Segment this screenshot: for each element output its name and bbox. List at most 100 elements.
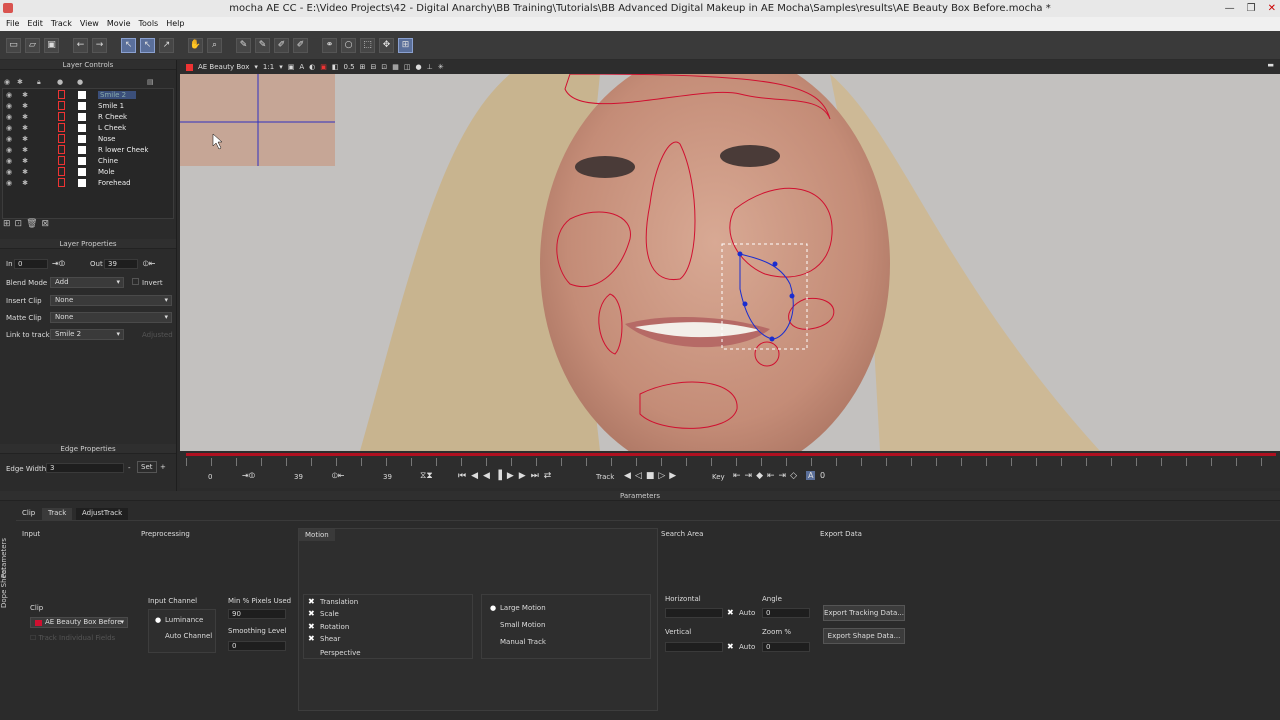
matte-color-swatch[interactable] bbox=[78, 178, 86, 187]
pan-hand-icon[interactable]: ✋ bbox=[188, 37, 203, 53]
viewer-menu-icon[interactable]: ▬ bbox=[1267, 61, 1274, 69]
matte-color-swatch[interactable] bbox=[78, 156, 86, 165]
timeline-ruler[interactable] bbox=[186, 458, 1276, 466]
perspective-checkbox[interactable]: Perspective bbox=[308, 647, 361, 657]
redo-icon[interactable]: → bbox=[92, 37, 107, 53]
delete-keys-icon[interactable]: 0 bbox=[820, 471, 825, 480]
cog-column-icon[interactable]: ✱ bbox=[17, 78, 37, 87]
layer-color-swatch[interactable] bbox=[58, 112, 65, 121]
cog-icon[interactable]: ✱ bbox=[15, 179, 35, 187]
side-tab-dope-sheet[interactable]: Dope Sheet bbox=[0, 563, 14, 613]
create-bezier-icon[interactable]: ✐ bbox=[274, 37, 289, 53]
menu-movie[interactable]: Movie bbox=[107, 17, 131, 31]
zoom-field[interactable]: 0 bbox=[762, 642, 810, 652]
matte-color-swatch[interactable] bbox=[78, 167, 86, 176]
layer-color-swatch[interactable] bbox=[58, 90, 65, 99]
zoom-select[interactable]: 1:1 bbox=[263, 63, 274, 71]
new-file-icon[interactable]: ▭ bbox=[6, 37, 21, 53]
set-in-icon[interactable]: ⇥⦷ bbox=[52, 259, 65, 269]
clip-select[interactable]: AE Beauty Box bbox=[198, 63, 249, 71]
smoothing-field[interactable]: 0 bbox=[228, 641, 286, 651]
visibility-column-icon[interactable]: ◉ bbox=[4, 78, 17, 87]
edge-width-increment[interactable]: + bbox=[160, 463, 166, 471]
track-individual-fields-checkbox[interactable]: ☐ Track Individual Fields bbox=[30, 634, 115, 642]
viewer-image[interactable] bbox=[180, 74, 1280, 451]
lock-column-icon[interactable]: 🔒︎ bbox=[37, 78, 57, 87]
large-motion-radio[interactable]: ● Large Motion bbox=[490, 604, 546, 612]
layer-row[interactable]: ◉ ✱ L Cheek bbox=[3, 122, 173, 133]
layer-name[interactable]: R Cheek bbox=[98, 113, 127, 121]
matte-color-swatch[interactable] bbox=[78, 101, 86, 110]
matte-color-swatch[interactable] bbox=[78, 112, 86, 121]
manual-track-radio[interactable]: Manual Track bbox=[490, 638, 546, 646]
tab-clip[interactable]: Clip bbox=[16, 508, 41, 520]
shear-checkbox[interactable]: ✖ Shear bbox=[308, 635, 340, 644]
out-field[interactable]: 39 bbox=[104, 259, 138, 269]
timeline-out[interactable]: 39 bbox=[383, 473, 392, 481]
surface-icon[interactable]: ⊞ bbox=[398, 37, 413, 53]
layer-name[interactable]: Smile 2 bbox=[98, 90, 137, 99]
keyframe-controls[interactable]: ⇤⇥◆⇤⇥◇ bbox=[733, 471, 801, 481]
refresh-icon[interactable]: ✳ bbox=[438, 63, 444, 71]
tab-adjust-track[interactable]: AdjustTrack bbox=[76, 508, 129, 520]
matte-icon[interactable]: ▣ bbox=[320, 63, 327, 71]
auto-channel-radio[interactable]: Auto Channel bbox=[155, 632, 212, 640]
matte-color-swatch[interactable] bbox=[78, 134, 86, 143]
mask-icon[interactable]: ◐ bbox=[309, 63, 315, 71]
layer-name[interactable]: Forehead bbox=[98, 179, 131, 187]
playback-controls[interactable]: ⏮◀◀▐▶▶⏭⇄ bbox=[458, 471, 556, 481]
luminance-radio[interactable]: ● Luminance bbox=[155, 616, 203, 624]
minimize-icon[interactable]: — bbox=[1225, 0, 1235, 17]
timeline-range-bar[interactable] bbox=[186, 453, 1276, 456]
color-column-icon[interactable]: ● bbox=[57, 78, 77, 87]
select-tool-icon[interactable]: ↖ bbox=[121, 37, 136, 53]
eye-icon[interactable]: ◉ bbox=[3, 179, 15, 187]
layer-color-swatch[interactable] bbox=[58, 101, 65, 110]
overlay-icon[interactable]: ◧ bbox=[332, 63, 339, 71]
save-icon[interactable]: ▣ bbox=[44, 37, 59, 53]
add-xspline-icon[interactable]: ✎ bbox=[255, 37, 270, 53]
layer-color-swatch[interactable] bbox=[58, 156, 65, 165]
menu-tools[interactable]: Tools bbox=[139, 17, 159, 31]
vertical-auto-checkbox[interactable]: ✖ Auto bbox=[727, 643, 755, 652]
cog-icon[interactable]: ✱ bbox=[15, 102, 35, 110]
layer-menu-icon[interactable]: ▤ bbox=[147, 78, 154, 87]
set-out-icon[interactable]: ⦶⇤ bbox=[143, 259, 156, 269]
trace-icon[interactable]: ⊥ bbox=[427, 63, 433, 71]
export-shape-data-button[interactable]: Export Shape Data... bbox=[823, 628, 905, 644]
layer-name[interactable]: Nose bbox=[98, 135, 115, 143]
view-layout-3-icon[interactable]: ⊡ bbox=[381, 63, 387, 71]
view-layout-icon[interactable]: ⊞ bbox=[360, 63, 366, 71]
menu-track[interactable]: Track bbox=[51, 17, 72, 31]
add-layer-icon[interactable]: ⊞ bbox=[3, 219, 11, 229]
cog-icon[interactable]: ✱ bbox=[15, 135, 35, 143]
layer-row[interactable]: ◉ ✱ Forehead bbox=[3, 177, 173, 188]
set-button[interactable]: Set bbox=[137, 461, 157, 473]
angle-field[interactable]: 0 bbox=[762, 608, 810, 618]
eye-icon[interactable]: ◉ bbox=[3, 168, 15, 176]
track-controls[interactable]: ◀◁■▷▶ bbox=[624, 471, 680, 481]
layer-color-swatch[interactable] bbox=[58, 167, 65, 176]
matte-color-swatch[interactable] bbox=[78, 90, 86, 99]
channel-icon[interactable]: ▣ bbox=[288, 63, 295, 71]
horizontal-auto-checkbox[interactable]: ✖ Auto bbox=[727, 609, 755, 618]
layer-name[interactable]: Chine bbox=[98, 157, 118, 165]
export-tracking-data-button[interactable]: Export Tracking Data... bbox=[823, 605, 905, 621]
eye-icon[interactable]: ◉ bbox=[3, 135, 15, 143]
vertical-field[interactable] bbox=[665, 642, 723, 652]
freehand-icon[interactable]: ○ bbox=[341, 37, 356, 53]
layer-name[interactable]: L Cheek bbox=[98, 124, 126, 132]
view-layout-2-icon[interactable]: ⊟ bbox=[371, 63, 377, 71]
matte-color-column-icon[interactable]: ● bbox=[77, 78, 147, 87]
move-icon[interactable]: ✥ bbox=[379, 37, 394, 53]
eye-icon[interactable]: ◉ bbox=[3, 157, 15, 165]
menu-file[interactable]: File bbox=[6, 17, 19, 31]
eye-icon[interactable]: ◉ bbox=[3, 91, 15, 99]
eye-icon[interactable]: ◉ bbox=[3, 124, 15, 132]
select-points-icon[interactable]: ↖ bbox=[140, 37, 155, 53]
cog-icon[interactable]: ✱ bbox=[15, 113, 35, 121]
close-icon[interactable]: ✕ bbox=[1268, 0, 1276, 17]
cog-icon[interactable]: ✱ bbox=[15, 146, 35, 154]
alpha-icon[interactable]: A bbox=[299, 63, 304, 71]
blend-mode-select[interactable]: Add bbox=[50, 277, 124, 288]
